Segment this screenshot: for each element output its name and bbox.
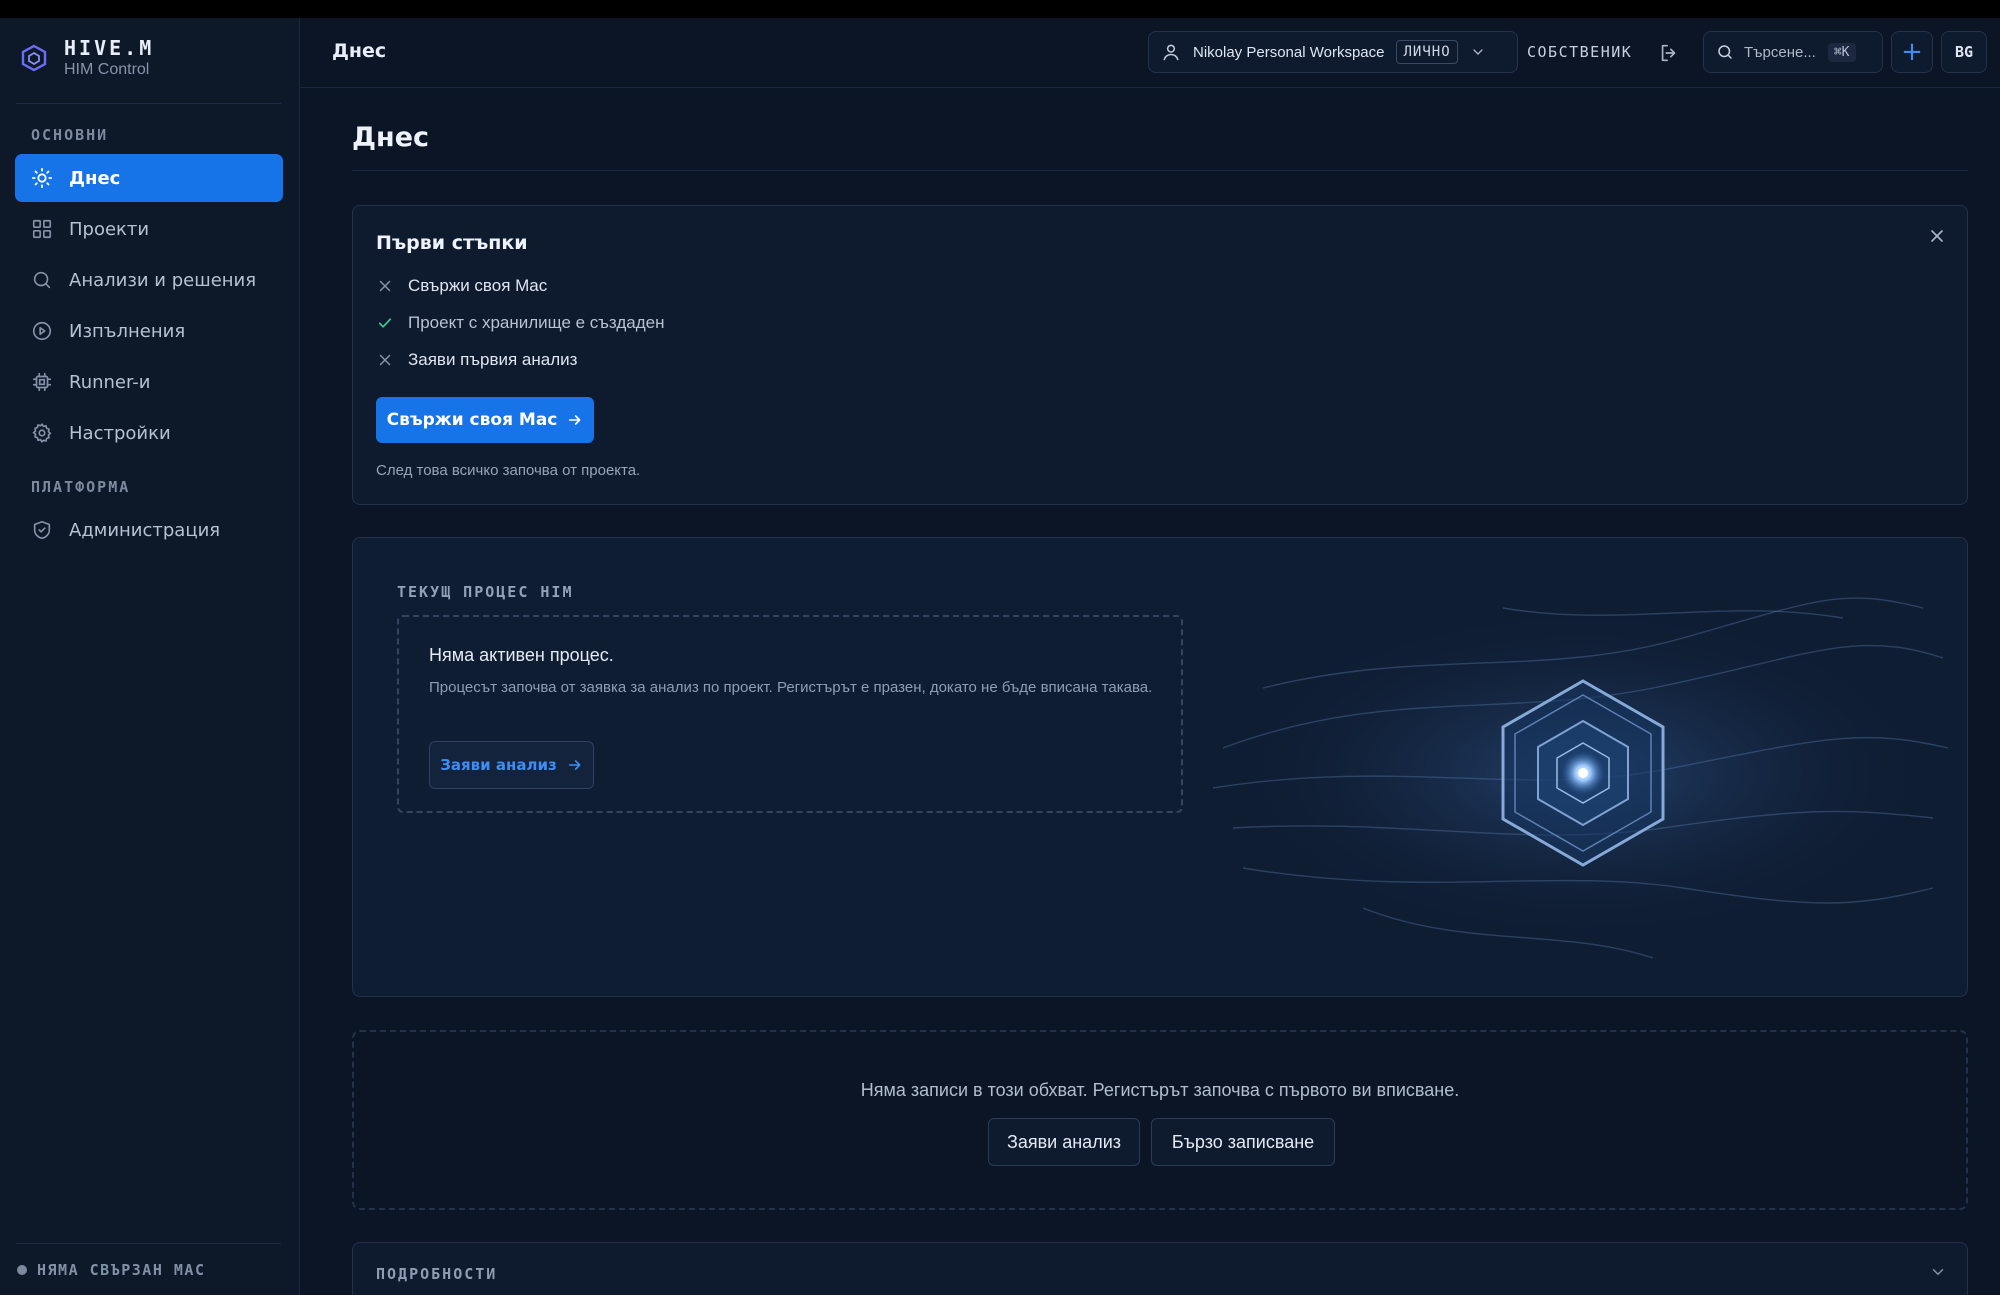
- sidebar-item-today[interactable]: Днес: [15, 154, 283, 202]
- x-icon: [376, 277, 394, 295]
- sidebar-item-label: Анализи и решения: [69, 269, 257, 291]
- role-label: СОБСТВЕНИК: [1527, 43, 1633, 61]
- brand-subtitle: HIM Control: [64, 61, 150, 78]
- hive-logo-icon: [20, 44, 48, 72]
- sidebar-item-label: Администрация: [69, 519, 221, 541]
- search-icon: [31, 269, 53, 291]
- chevron-down-icon: [1470, 44, 1486, 60]
- no-process-panel: Няма активен процес. Процесът започва от…: [397, 615, 1183, 813]
- sidebar-item-label: Изпълнения: [69, 320, 186, 342]
- sidebar-item-label: Runner-и: [69, 371, 151, 393]
- details-label: ПОДРОБНОСТИ: [376, 1265, 498, 1283]
- status-dot-icon: [17, 1265, 27, 1275]
- current-process-card: ТЕКУЩ ПРОЦЕС HIM Няма активен процес. Пр…: [352, 537, 1968, 997]
- x-icon: [376, 351, 394, 369]
- chevron-down-icon: [1929, 1263, 1947, 1281]
- title-divider: [352, 170, 1968, 171]
- header-title: Днес: [332, 40, 387, 62]
- sidebar-item-label: Днес: [69, 167, 121, 189]
- search-shortcut: ⌘K: [1827, 42, 1856, 62]
- section-label-platform: ПЛАТФОРМА: [31, 478, 131, 496]
- cpu-icon: [31, 371, 53, 393]
- step-label: Заяви първия анализ: [408, 350, 578, 369]
- details-accordion[interactable]: ПОДРОБНОСТИ: [352, 1242, 1968, 1295]
- sidebar-item-executions[interactable]: Изпълнения: [15, 307, 283, 355]
- top-header: Днес Nikolay Personal Workspace ЛИЧНО СО…: [300, 18, 2000, 88]
- hexagon-illustration-icon: [1212, 597, 1949, 959]
- sun-icon: [31, 167, 53, 189]
- sidebar-item-runners[interactable]: Runner-и: [15, 358, 283, 406]
- search-placeholder: Търсене...: [1744, 43, 1816, 61]
- process-section-label: ТЕКУЩ ПРОЦЕС HIM: [397, 583, 574, 601]
- sidebar-item-administration[interactable]: Администрация: [15, 506, 283, 554]
- sidebar-item-label: Настройки: [69, 422, 171, 444]
- workspace-switcher[interactable]: Nikolay Personal Workspace ЛИЧНО: [1148, 31, 1518, 73]
- search-input[interactable]: Търсене... ⌘K: [1703, 31, 1883, 73]
- first-steps-card: Първи стъпки Свържи своя Mac Проект с хр…: [352, 205, 1968, 505]
- page-title: Днес: [352, 122, 430, 153]
- workspace-badge: ЛИЧНО: [1396, 40, 1458, 64]
- mac-status-text: НЯМА СВЪРЗАН MAC: [37, 1261, 206, 1279]
- check-icon: [376, 314, 394, 332]
- sidebar-item-analyses[interactable]: Анализи и решения: [15, 256, 283, 304]
- sidebar: HIVE.M HIM Control ОСНОВНИ Днес Проекти …: [0, 18, 300, 1295]
- first-steps-title: Първи стъпки: [376, 232, 528, 254]
- brand-title: HIVE.M: [64, 36, 155, 60]
- sidebar-item-settings[interactable]: Настройки: [15, 409, 283, 457]
- first-step-item: Проект с хранилище е създаден: [376, 313, 665, 333]
- sidebar-item-label: Проекти: [69, 218, 150, 240]
- sidebar-item-projects[interactable]: Проекти: [15, 205, 283, 253]
- sidebar-bottom-divider: [16, 1243, 281, 1244]
- quick-entry-button[interactable]: Бързо записване: [1151, 1118, 1335, 1166]
- first-step-item: Свържи своя Mac: [376, 276, 547, 296]
- first-step-item: Заяви първия анализ: [376, 350, 577, 370]
- sidebar-divider: [16, 103, 281, 104]
- section-label-main: ОСНОВНИ: [31, 126, 109, 144]
- close-icon[interactable]: [1927, 226, 1947, 246]
- empty-state-text: Няма записи в този обхват. Регистърът за…: [860, 1080, 1460, 1100]
- request-analysis-secondary-button[interactable]: Заяви анализ: [988, 1118, 1140, 1166]
- process-description: Процесът започва от заявка за анализ по …: [429, 679, 1153, 696]
- gear-icon: [31, 422, 53, 444]
- window-top-strip: [0, 0, 2000, 18]
- logout-icon[interactable]: [1658, 42, 1680, 64]
- empty-records-panel: Няма записи в този обхват. Регистърът за…: [352, 1030, 1968, 1210]
- add-button[interactable]: +: [1891, 31, 1933, 73]
- mac-connection-status: НЯМА СВЪРЗАН MAC: [17, 1261, 206, 1279]
- workspace-name: Nikolay Personal Workspace: [1193, 43, 1385, 61]
- button-label: Свържи своя Mac: [386, 410, 558, 430]
- process-title: Няма активен процес.: [429, 645, 614, 665]
- play-circle-icon: [31, 320, 53, 342]
- arrow-right-icon: [567, 757, 583, 773]
- button-label: Заяви анализ: [440, 756, 557, 774]
- step-label: Свържи своя Mac: [408, 276, 548, 295]
- first-steps-note: След това всичко започва от проекта.: [376, 462, 641, 479]
- arrow-right-icon: [567, 412, 583, 428]
- shield-icon: [31, 519, 53, 541]
- brand[interactable]: HIVE.M HIM Control: [20, 36, 154, 80]
- grid-icon: [31, 218, 53, 240]
- language-button[interactable]: BG: [1941, 31, 1987, 73]
- step-label: Проект с хранилище е създаден: [408, 313, 665, 332]
- request-analysis-button[interactable]: Заяви анализ: [429, 741, 594, 789]
- search-icon: [1716, 43, 1734, 61]
- user-icon: [1161, 42, 1181, 62]
- connect-mac-button[interactable]: Свържи своя Mac: [376, 397, 594, 443]
